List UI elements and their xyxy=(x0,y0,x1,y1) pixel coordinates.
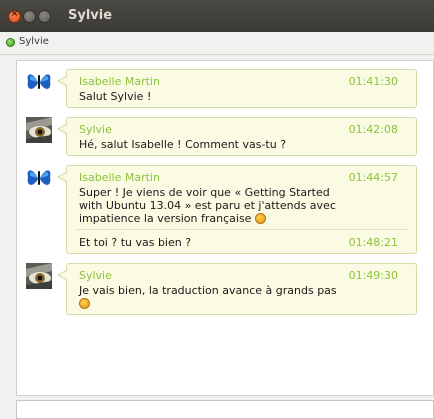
message-sender: Isabelle Martin xyxy=(79,171,160,184)
close-icon: × xyxy=(10,9,19,19)
message-time: 01:49:30 xyxy=(348,269,398,282)
window-title: Sylvie xyxy=(68,8,113,23)
contact-name: Sylvie xyxy=(19,36,49,47)
butterfly-avatar-icon xyxy=(27,170,51,185)
message-line: Super ! Je viens de voir que « Getting S… xyxy=(79,186,330,199)
message-time: 01:42:08 xyxy=(348,123,398,136)
message-sender: Isabelle Martin xyxy=(79,75,160,88)
message-bubble: Sylvie 01:49:30 Je vais bien, la traduct… xyxy=(57,263,417,315)
available-status-icon xyxy=(6,38,15,47)
conversation-view[interactable]: Isabelle Martin 01:41:30 Salut Sylvie ! … xyxy=(16,60,434,396)
message-bubble: Sylvie 01:42:08 Hé, salut Isabelle ! Com… xyxy=(57,117,417,156)
message-sender: Sylvie xyxy=(79,269,112,282)
message-line: Je vais bien, la traduction avance à gra… xyxy=(79,284,337,297)
title-bar: × Sylvie xyxy=(0,0,434,32)
message-line: with Ubuntu 13.04 » est paru et j'attend… xyxy=(79,199,336,212)
message-sender: Sylvie xyxy=(79,123,112,136)
message-input[interactable] xyxy=(16,400,434,419)
butterfly-avatar-icon xyxy=(27,74,51,89)
message-divider xyxy=(75,229,408,230)
message-text: Salut Sylvie ! xyxy=(79,90,152,103)
close-window-button[interactable]: × xyxy=(8,9,21,23)
message-text: Et toi ? tu vas bien ? xyxy=(79,236,192,249)
minimize-window-button[interactable] xyxy=(23,10,36,23)
eye-avatar-icon xyxy=(26,263,52,289)
contact-status-bar: Sylvie xyxy=(0,32,434,55)
message-line: impatience la version française xyxy=(79,212,349,225)
message-time: 01:41:30 xyxy=(348,75,398,88)
message-text: Hé, salut Isabelle ! Comment vas-tu ? xyxy=(79,138,287,151)
message-bubble: Isabelle Martin 01:44:57 Super ! Je vien… xyxy=(57,165,417,254)
message-bubble: Isabelle Martin 01:41:30 Salut Sylvie ! xyxy=(57,69,417,108)
message-time: 01:48:21 xyxy=(348,236,398,249)
smiley-emoji-icon xyxy=(254,213,266,224)
smiley-emoji-icon xyxy=(79,298,90,309)
message-text: Je vais bien, la traduction avance à gra… xyxy=(79,284,349,310)
message-time: 01:44:57 xyxy=(348,171,398,184)
message-line xyxy=(79,297,349,310)
message-text: Super ! Je viens de voir que « Getting S… xyxy=(79,186,349,225)
eye-avatar-icon xyxy=(26,117,52,143)
maximize-window-button[interactable] xyxy=(38,10,51,23)
